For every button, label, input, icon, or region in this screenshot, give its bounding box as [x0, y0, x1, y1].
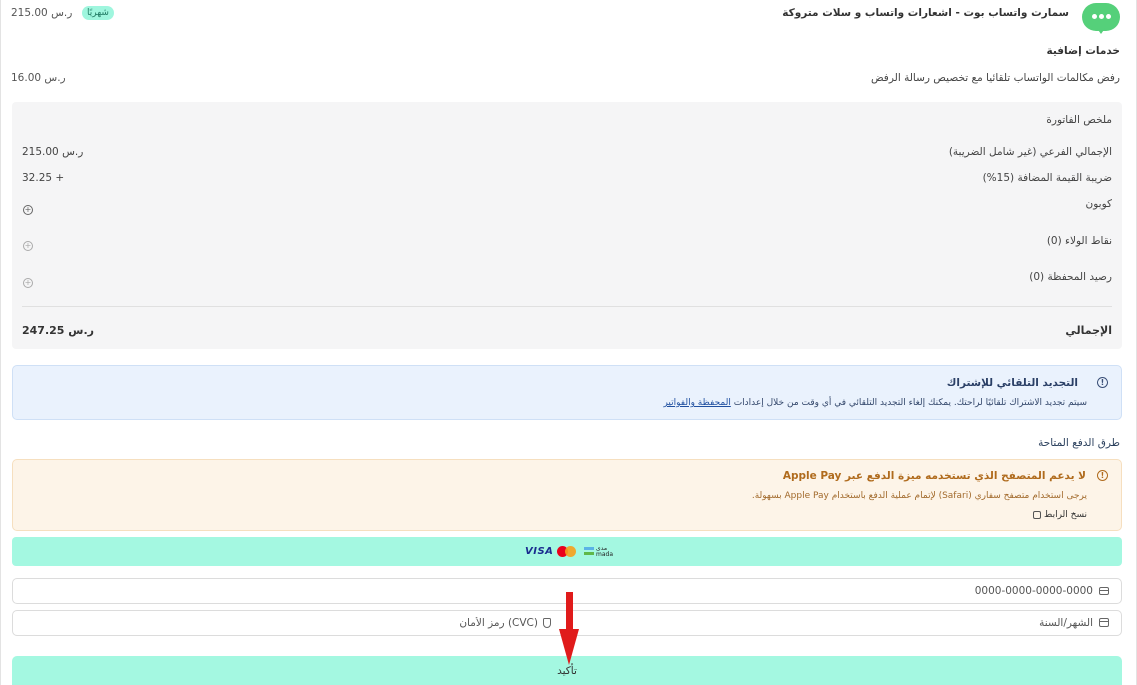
- total-value: 247.25 ر.س: [22, 324, 94, 337]
- warning-triangle-icon: !: [1097, 470, 1108, 481]
- addon-item-name: رفض مكالمات الواتساب تلقائيا مع تخصيص رس…: [870, 72, 1120, 84]
- chat-bot-logo-icon: [1082, 3, 1120, 34]
- red-arrow-head-icon: [559, 629, 579, 665]
- apple-pay-warning-text: يرجى استخدام متصفح سفاري (Safari) لإتمام…: [751, 491, 1087, 501]
- loyalty-points-label: نقاط الولاء (0): [1046, 235, 1112, 247]
- copy-link-label: نسخ الرابط: [1044, 510, 1087, 520]
- subtotal-value: 215.00 ر.س: [22, 146, 84, 158]
- checkout-page: سمارت واتساب بوت - اشعارات واتساب و سلات…: [0, 0, 1137, 685]
- invoice-summary: ملخص الفاتورة الإجمالي الفرعي (غير شامل …: [12, 102, 1122, 349]
- coupon-label: كوبون: [1085, 198, 1112, 210]
- copy-link-button[interactable]: نسخ الرابط: [1031, 510, 1087, 520]
- card-payment-option[interactable]: VISA مدى mada: [12, 537, 1122, 566]
- copy-icon: [1033, 510, 1042, 519]
- add-loyalty-points-icon[interactable]: +: [23, 241, 33, 251]
- shield-icon: [543, 618, 551, 628]
- total-label: الإجمالي: [1065, 324, 1112, 337]
- expiry-input[interactable]: [893, 614, 1093, 632]
- product-title: سمارت واتساب بوت - اشعارات واتساب و سلات…: [782, 7, 1069, 19]
- add-wallet-balance-icon[interactable]: +: [23, 278, 33, 288]
- visa-logo-icon: VISA: [525, 546, 554, 557]
- add-coupon-icon[interactable]: +: [23, 205, 33, 215]
- apple-pay-warning-title: لا يدعم المتصفح الذي تستخدمه ميزة الدفع …: [782, 470, 1086, 482]
- confirm-button-label: تأكيد: [557, 665, 577, 677]
- alert-triangle-icon: !: [1097, 377, 1108, 388]
- subtotal-label: الإجمالي الفرعي (غير شامل الضريبة): [948, 146, 1112, 158]
- mastercard-logo-icon: [557, 546, 577, 557]
- vat-label: ضريبة القيمة المضافة (15%): [982, 172, 1112, 184]
- wallet-balance-label: رصيد المحفظة (0): [1029, 271, 1112, 283]
- payment-methods-title: طرق الدفع المتاحة: [1038, 437, 1120, 449]
- cvc-input[interactable]: [313, 614, 538, 632]
- auto-renew-title: التجديد التلقائي للإشتراك: [946, 377, 1078, 389]
- red-arrow-icon: [566, 592, 573, 630]
- auto-renew-text: سيتم تجديد الاشتراك تلقائيًا لراحتك. يمك…: [663, 398, 1087, 408]
- calendar-icon: [1099, 618, 1109, 627]
- auto-renew-info: ! التجديد التلقائي للإشتراك سيتم تجديد ا…: [12, 365, 1122, 420]
- card-number-input[interactable]: [793, 582, 1093, 600]
- vat-value: 32.25 +: [22, 172, 65, 184]
- addon-item-price: 16.00 ر.س: [11, 72, 66, 84]
- credit-card-icon: [1099, 587, 1109, 595]
- wallet-invoices-link[interactable]: المحفظة والفواتير: [663, 398, 730, 408]
- billing-period-badge: شهريًا: [82, 6, 114, 20]
- apple-pay-warning: ! لا يدعم المتصفح الذي تستخدمه ميزة الدف…: [12, 459, 1122, 531]
- product-price: 215.00 ر.س: [11, 7, 73, 19]
- summary-divider: [22, 306, 1112, 307]
- auto-renew-description: سيتم تجديد الاشتراك تلقائيًا لراحتك. يمك…: [733, 398, 1087, 408]
- mada-logo-icon: مدى mada: [584, 546, 613, 558]
- invoice-summary-title: ملخص الفاتورة: [1046, 114, 1112, 126]
- addons-section-title: خدمات إضافية: [1046, 45, 1121, 57]
